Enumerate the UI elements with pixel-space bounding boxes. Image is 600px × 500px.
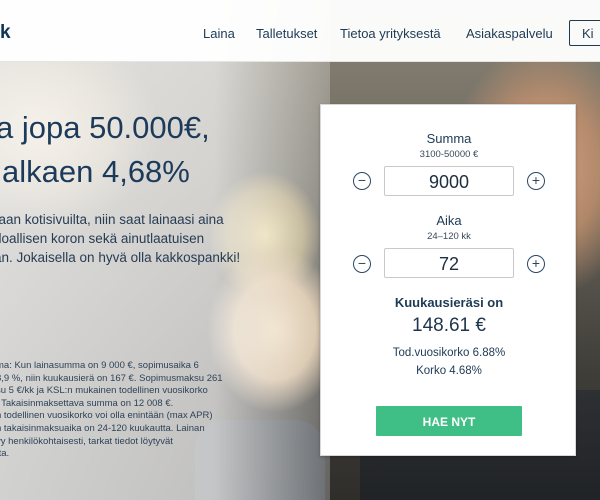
brand-logo[interactable]: k	[0, 22, 11, 44]
nav-item-asiakaspalvelu[interactable]: Asiakaspalvelu	[466, 26, 553, 41]
disclaimer-line: 8,9 %, niin kuukausierä on 167 €. Sopimu…	[0, 372, 223, 384]
apply-now-button[interactable]: HAE NYT	[376, 406, 522, 436]
minus-circle-icon[interactable]: −	[353, 172, 371, 190]
amount-label: Summa	[426, 131, 472, 146]
minus-circle-icon[interactable]: −	[353, 255, 371, 273]
top-navigation: k Laina Talletukset Tietoa yrityksestä A…	[0, 0, 600, 62]
time-label: Aika	[436, 213, 462, 228]
hero-headline: a jopa 50.000€, alkaen 4,68%	[0, 106, 210, 194]
time-range: 24–120 kk	[427, 231, 471, 242]
headline-line: a jopa 50.000€,	[0, 110, 210, 145]
effective-rate: Tod.vuosikorko 6.88%	[392, 347, 506, 359]
monthly-payment-label: Kuukausieräsi on	[394, 295, 504, 310]
description-line: doallisen koron sekä ainutlaatuisen	[0, 231, 205, 246]
disclaimer-line: ma: Kun lainasumma on 9 000 €, sopimusai…	[0, 360, 199, 371]
amount-input[interactable]: 9000	[384, 166, 514, 196]
monthly-payment-value: 148.61 €	[412, 315, 486, 336]
description-line: raan kotisivuilta, niin saat lainaasi ai…	[0, 212, 224, 227]
disclaimer-line: yy henkilökohtaisesti, tarkat tiedot löy…	[0, 435, 173, 447]
loan-example-disclaimer: ma: Kun lainasumma on 9 000 €, sopimusai…	[0, 360, 223, 461]
nav-item-laina[interactable]: Laina	[203, 26, 235, 41]
nav-item-talletukset[interactable]: Talletukset	[256, 26, 317, 41]
nav-item-tietoa-yrityksesta[interactable]: Tietoa yrityksestä	[340, 26, 441, 41]
disclaimer-line: n todellinen vuosikorko voi olla enintää…	[0, 410, 213, 422]
plus-circle-icon[interactable]: +	[527, 255, 545, 273]
hero-description: raan kotisivuilta, niin saat lainaasi ai…	[0, 210, 240, 267]
disclaimer-line: su 5 €/kk ja KSL:n mukainen todellinen v…	[0, 385, 208, 397]
interest-rate: Korko 4.68%	[416, 365, 482, 377]
time-input[interactable]: 72	[384, 248, 514, 278]
nav-cta-button[interactable]: Ki	[569, 20, 600, 46]
plus-circle-icon[interactable]: +	[527, 172, 545, 190]
description-line: an. Jokaisella on hyvä olla kakkospankki…	[0, 250, 241, 265]
amount-range: 3100-50000 €	[419, 149, 479, 160]
loan-calculator: Summa 3100-50000 € − 9000 + Aika 24–120 …	[320, 104, 576, 456]
headline-line: alkaen 4,68%	[2, 154, 190, 189]
disclaimer-line: tta.	[0, 448, 10, 460]
disclaimer-line: . Takaisinmaksettava summa on 12 008 €.	[0, 397, 174, 409]
disclaimer-line: n takaisinmaksuaika on 24-120 kuukautta.…	[0, 422, 205, 434]
